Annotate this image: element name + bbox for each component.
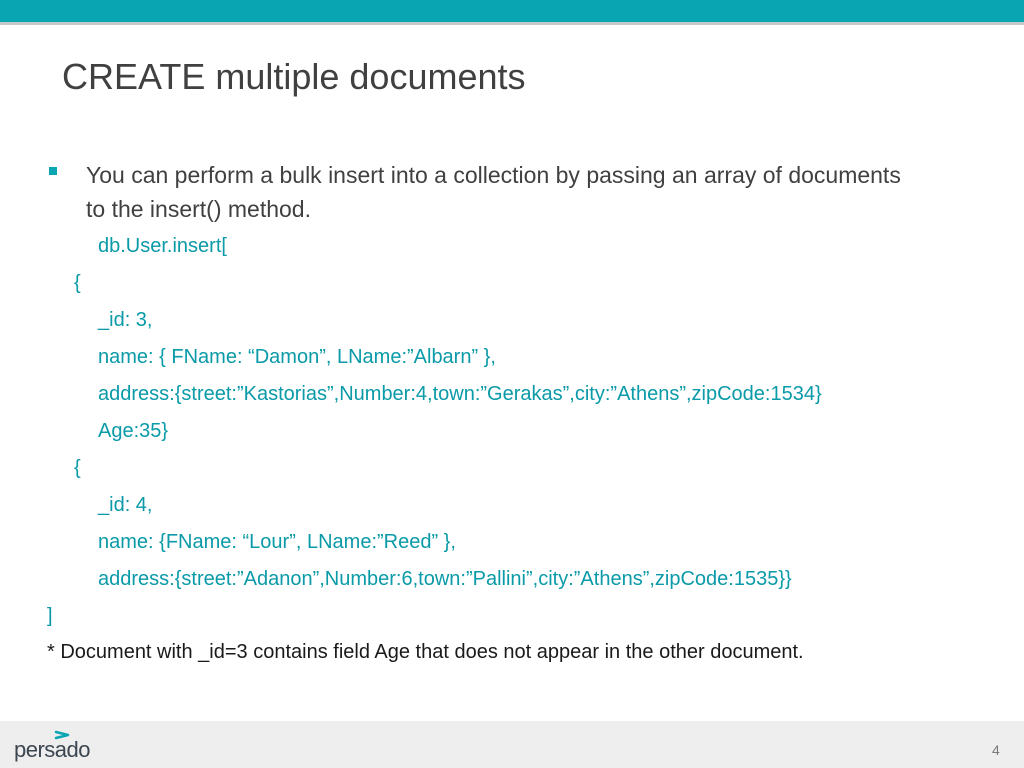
page-number: 4: [992, 742, 1000, 758]
code-line: {: [74, 272, 81, 294]
code-line: _id: 3,: [98, 309, 153, 331]
code-line: address:{street:”Kastorias”,Number:4,tow…: [98, 383, 822, 405]
persado-logo: persado: [14, 729, 94, 763]
bullet-text: You can perform a bulk insert into a col…: [86, 162, 901, 222]
top-accent-bar: [0, 0, 1024, 22]
code-line: name: { FName: “Damon”, LName:”Albarn” }…: [98, 346, 496, 368]
code-line: _id: 4,: [98, 494, 153, 516]
code-line: {: [74, 457, 81, 479]
footnote: * Document with _id=3 contains field Age…: [47, 641, 804, 663]
slide: CREATE multiple documents You can perfor…: [0, 0, 1024, 768]
code-line: db.User.insert[: [98, 235, 227, 257]
code-line: Age:35}: [98, 420, 169, 442]
logo-text: persado: [14, 737, 91, 762]
code-line: name: {FName: “Lour”, LName:”Reed” },: [98, 531, 456, 553]
code-line: ]: [47, 605, 53, 627]
slide-title: CREATE multiple documents: [62, 56, 526, 97]
bullet-square-icon: [49, 167, 57, 175]
top-divider: [0, 22, 1024, 25]
footer-bar: [0, 721, 1024, 768]
code-line: address:{street:”Adanon”,Number:6,town:”…: [98, 568, 792, 590]
